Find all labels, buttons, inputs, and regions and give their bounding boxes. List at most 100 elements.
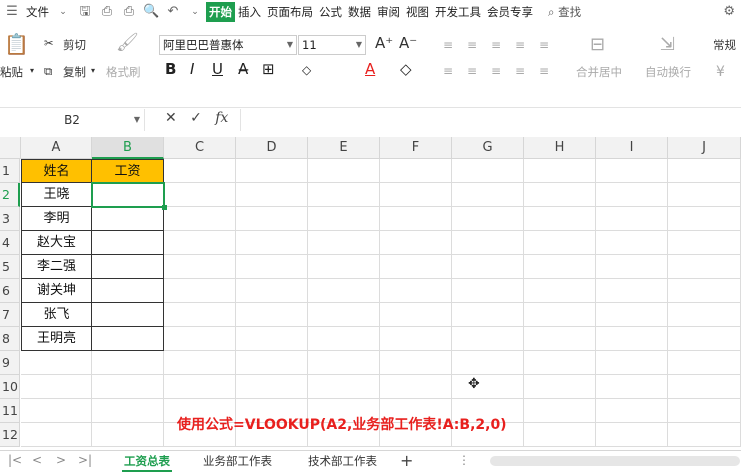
cell-e10[interactable] bbox=[308, 375, 380, 399]
cell-c10[interactable] bbox=[164, 375, 236, 399]
row-header-8[interactable]: 8 bbox=[0, 327, 20, 351]
cell-e9[interactable] bbox=[308, 351, 380, 375]
print-icon[interactable]: ⎙ bbox=[121, 4, 137, 20]
insert-function-icon[interactable]: fx bbox=[215, 110, 228, 126]
clear-format-icon[interactable]: ◇ bbox=[400, 60, 412, 78]
cell-i4[interactable] bbox=[596, 231, 668, 255]
cell-h9[interactable] bbox=[524, 351, 596, 375]
cell-i10[interactable] bbox=[596, 375, 668, 399]
justify-icon[interactable]: ≡ bbox=[515, 64, 529, 78]
first-sheet-icon[interactable]: |< bbox=[8, 453, 22, 467]
align-top-icon[interactable]: ≡ bbox=[443, 38, 457, 52]
sheet-tab-tech[interactable]: 技术部工作表 bbox=[308, 453, 377, 469]
cell-h7[interactable] bbox=[524, 303, 596, 327]
cell-c6[interactable] bbox=[164, 279, 236, 303]
cell-g1[interactable] bbox=[452, 159, 524, 183]
cell-j9[interactable] bbox=[668, 351, 741, 375]
cell-e4[interactable] bbox=[308, 231, 380, 255]
cell-d9[interactable] bbox=[236, 351, 308, 375]
cell-c9[interactable] bbox=[164, 351, 236, 375]
cell-h12[interactable] bbox=[524, 423, 596, 447]
cell-i9[interactable] bbox=[596, 351, 668, 375]
cell-f8[interactable] bbox=[380, 327, 452, 351]
last-sheet-icon[interactable]: >| bbox=[78, 453, 92, 467]
row-header-9[interactable]: 9 bbox=[0, 351, 20, 375]
cell-b4[interactable] bbox=[92, 231, 164, 255]
align-right-icon[interactable]: ≡ bbox=[491, 64, 505, 78]
cell-j12[interactable] bbox=[668, 423, 741, 447]
file-menu[interactable]: 文件 bbox=[23, 4, 52, 20]
cell-i3[interactable] bbox=[596, 207, 668, 231]
fill-color-icon[interactable]: ◇ bbox=[302, 63, 311, 77]
cell-f5[interactable] bbox=[380, 255, 452, 279]
cell-e3[interactable] bbox=[308, 207, 380, 231]
cell-d3[interactable] bbox=[236, 207, 308, 231]
copy-icon[interactable]: ⧉ bbox=[44, 64, 52, 79]
cell-a4[interactable]: 赵大宝 bbox=[21, 231, 92, 255]
font-color-icon[interactable]: A bbox=[365, 60, 375, 78]
row-header-1[interactable]: 1 bbox=[0, 159, 20, 183]
bold-icon[interactable]: B bbox=[165, 60, 176, 78]
cell-d5[interactable] bbox=[236, 255, 308, 279]
row-header-7[interactable]: 7 bbox=[0, 303, 20, 327]
indent-icon[interactable]: ≡ bbox=[539, 38, 553, 52]
hamburger-menu-icon[interactable]: ☰ bbox=[4, 4, 20, 20]
sheet-tab-salary-total[interactable]: 工资总表 bbox=[122, 453, 172, 472]
cell-g8[interactable] bbox=[452, 327, 524, 351]
cell-j1[interactable] bbox=[668, 159, 741, 183]
format-painter-button[interactable]: 格式刷 bbox=[106, 64, 141, 80]
underline-icon[interactable]: U bbox=[212, 60, 223, 78]
orientation-icon[interactable]: ≡ bbox=[515, 38, 529, 52]
cell-d4[interactable] bbox=[236, 231, 308, 255]
col-header-a[interactable]: A bbox=[21, 137, 92, 159]
cell-f7[interactable] bbox=[380, 303, 452, 327]
cell-a9[interactable] bbox=[21, 351, 92, 375]
merge-center-button[interactable]: 合并居中 bbox=[576, 64, 622, 80]
cell-b1[interactable]: 工资 bbox=[92, 159, 164, 183]
sheet-tab-business[interactable]: 业务部工作表 bbox=[203, 453, 272, 469]
col-header-d[interactable]: D bbox=[236, 137, 308, 159]
horizontal-scrollbar[interactable] bbox=[490, 456, 740, 466]
cell-b9[interactable] bbox=[92, 351, 164, 375]
cell-j11[interactable] bbox=[668, 399, 741, 423]
strikethrough-icon[interactable]: A̶ bbox=[238, 60, 248, 78]
paste-dropdown-icon[interactable]: ▾ bbox=[30, 66, 34, 75]
cell-d7[interactable] bbox=[236, 303, 308, 327]
row-header-3[interactable]: 3 bbox=[0, 207, 20, 231]
cell-c1[interactable] bbox=[164, 159, 236, 183]
cell-f6[interactable] bbox=[380, 279, 452, 303]
cell-g10[interactable] bbox=[452, 375, 524, 399]
row-header-10[interactable]: 10 bbox=[0, 375, 20, 399]
cell-h8[interactable] bbox=[524, 327, 596, 351]
cell-b7[interactable] bbox=[92, 303, 164, 327]
cell-b12[interactable] bbox=[92, 423, 164, 447]
col-header-g[interactable]: G bbox=[452, 137, 524, 159]
cell-a8[interactable]: 王明亮 bbox=[21, 327, 92, 351]
cell-g5[interactable] bbox=[452, 255, 524, 279]
cell-g2[interactable] bbox=[452, 183, 524, 207]
number-format-select[interactable]: 常规 bbox=[713, 37, 736, 53]
export-icon[interactable]: ⎙ bbox=[99, 4, 115, 20]
cell-i1[interactable] bbox=[596, 159, 668, 183]
cell-a3[interactable]: 李明 bbox=[21, 207, 92, 231]
cell-h10[interactable] bbox=[524, 375, 596, 399]
cell-i8[interactable] bbox=[596, 327, 668, 351]
name-box[interactable]: B2 ▼ bbox=[0, 109, 145, 131]
tab-developer[interactable]: 开发工具 bbox=[432, 4, 484, 20]
cell-f1[interactable] bbox=[380, 159, 452, 183]
col-header-c[interactable]: C bbox=[164, 137, 236, 159]
paste-button[interactable]: 粘贴 bbox=[0, 64, 23, 80]
cell-h1[interactable] bbox=[524, 159, 596, 183]
wrap-text-icon[interactable]: ⇲ bbox=[660, 34, 675, 55]
more-icon[interactable]: ⌄ bbox=[187, 4, 203, 20]
cell-j10[interactable] bbox=[668, 375, 741, 399]
cell-b10[interactable] bbox=[92, 375, 164, 399]
cell-a2[interactable]: 王晓 bbox=[21, 183, 92, 207]
col-header-f[interactable]: F bbox=[380, 137, 452, 159]
cell-a10[interactable] bbox=[21, 375, 92, 399]
cell-e5[interactable] bbox=[308, 255, 380, 279]
cell-f3[interactable] bbox=[380, 207, 452, 231]
col-header-i[interactable]: I bbox=[596, 137, 668, 159]
cell-h4[interactable] bbox=[524, 231, 596, 255]
cell-h11[interactable] bbox=[524, 399, 596, 423]
